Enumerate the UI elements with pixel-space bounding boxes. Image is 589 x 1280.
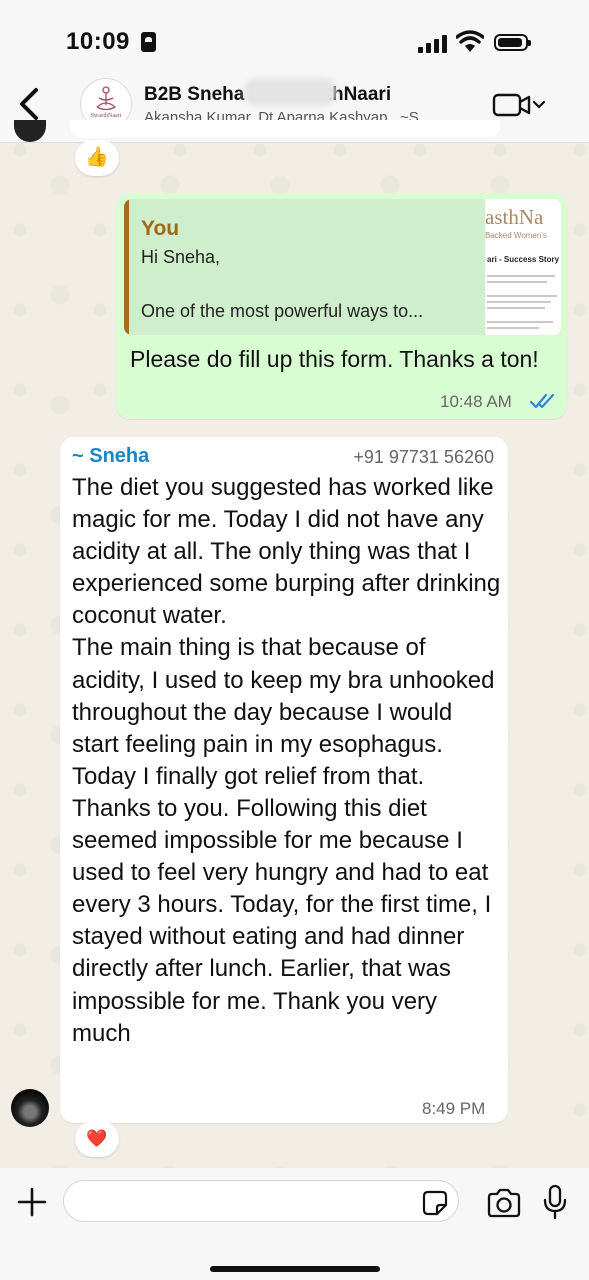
thumbs-up-reaction[interactable]: 👍	[75, 140, 119, 176]
sender-name[interactable]: ~ Sneha	[72, 445, 149, 468]
incoming-message-text: The diet you suggested has worked like m…	[72, 474, 501, 1047]
thumbnail-text-line	[487, 301, 551, 303]
status-time: 10:09	[66, 28, 130, 55]
home-indicator	[210, 1266, 380, 1272]
thumbnail-text-line	[487, 275, 555, 277]
outgoing-message-time: 10:48 AM	[440, 392, 512, 411]
thumbnail-text-line	[487, 327, 539, 329]
signal-icon	[418, 33, 448, 53]
wifi-icon	[456, 30, 484, 52]
heart-reaction[interactable]: ❤️	[75, 1121, 119, 1157]
sender-phone[interactable]: +91 97731 56260	[353, 447, 494, 468]
quote-author: You	[141, 217, 180, 240]
quote-line-2: One of the most powerful ways to...	[141, 301, 424, 321]
quoted-message[interactable]: You Hi Sneha, One of the most powerful w…	[124, 199, 561, 335]
redacted-name	[244, 78, 336, 106]
thumbnail-text-line	[487, 295, 557, 297]
video-call-icon[interactable]	[492, 92, 546, 118]
plus-icon[interactable]	[16, 1186, 48, 1218]
quote-line-1: Hi Sneha,	[141, 247, 221, 267]
message-composer	[0, 1168, 589, 1280]
thumbnail-tagline: Backed Women's	[485, 231, 547, 240]
message-input[interactable]	[63, 1180, 459, 1222]
mic-icon[interactable]	[541, 1184, 569, 1220]
quote-bar	[124, 199, 129, 335]
read-ticks-icon	[529, 393, 555, 409]
incoming-message[interactable]: ~ Sneha +91 97731 56260 The diet you sug…	[60, 437, 508, 1123]
quote-thumbnail: asthNa Backed Women's ari - Success Stor…	[485, 199, 561, 335]
thumbnail-text-line	[487, 321, 553, 323]
thumbnail-logo: asthNa	[485, 205, 544, 229]
outgoing-message[interactable]: You Hi Sneha, One of the most powerful w…	[116, 193, 567, 419]
thumbnail-text-line	[487, 307, 545, 309]
camera-icon[interactable]	[486, 1188, 522, 1218]
thumbnail-heading: ari - Success Story	[487, 255, 560, 264]
previous-message-bubble	[70, 120, 500, 138]
outgoing-message-text: Please do fill up this form. Thanks a to…	[130, 346, 539, 372]
focus-badge-icon	[141, 32, 156, 52]
back-icon[interactable]	[12, 84, 48, 124]
battery-icon	[494, 34, 531, 51]
sender-avatar[interactable]	[11, 1089, 49, 1127]
sticker-icon[interactable]	[422, 1190, 448, 1216]
avatar-label: SwasthNaari	[90, 113, 122, 119]
incoming-message-time: 8:49 PM	[422, 1099, 486, 1118]
thumbnail-text-line	[487, 281, 547, 283]
